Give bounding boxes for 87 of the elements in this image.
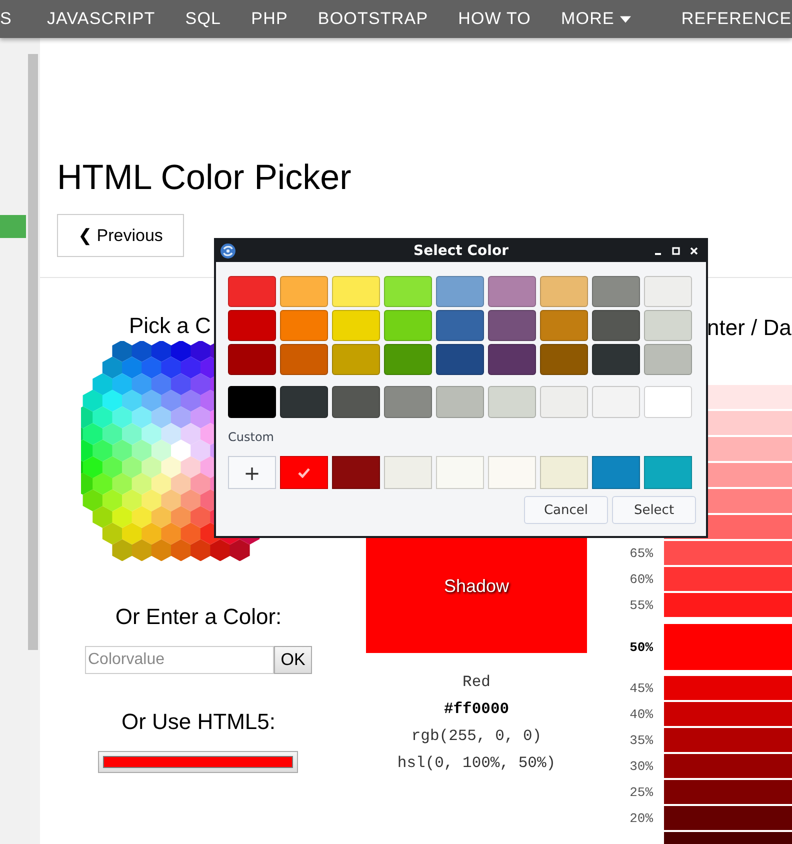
hsl-value: hsl(0, 100%, 50%) — [397, 753, 556, 774]
section-heading: nter / Da — [707, 314, 792, 342]
nav-link[interactable]: JAVASCRIPT — [46, 9, 156, 29]
color-swatch[interactable] — [488, 310, 536, 341]
nav-link[interactable]: PHP — [251, 9, 288, 29]
color-swatch[interactable] — [332, 386, 380, 418]
color-swatch[interactable] — [488, 386, 536, 418]
color-swatch[interactable] — [228, 386, 276, 418]
ok-button[interactable]: OK — [274, 646, 312, 674]
add-color-button[interactable]: + — [228, 456, 276, 489]
dialog-title: Select Color — [414, 243, 508, 259]
color-swatch[interactable] — [540, 456, 588, 489]
cancel-button[interactable]: Cancel — [524, 496, 608, 524]
close-icon[interactable] — [690, 247, 698, 255]
app-icon — [220, 243, 236, 259]
preview-text: Shadow — [444, 576, 510, 596]
custom-label: Custom — [228, 430, 275, 444]
shade-label: 35% — [630, 732, 653, 748]
nav-link[interactable]: REFERENCE — [681, 9, 792, 29]
color-swatch[interactable] — [280, 386, 328, 418]
color-swatch[interactable] — [488, 344, 536, 375]
color-swatch[interactable] — [540, 276, 588, 307]
color-swatch[interactable] — [592, 310, 640, 341]
color-swatch[interactable] — [644, 276, 692, 307]
nav-link[interactable]: MORE — [561, 9, 632, 29]
hex-value: #ff0000 — [444, 699, 510, 720]
color-swatch[interactable] — [280, 276, 328, 307]
shade-label: 55% — [630, 598, 653, 612]
rgb-value: rgb(255, 0, 0) — [411, 726, 542, 747]
shade-label: 45% — [630, 680, 653, 696]
select-button[interactable]: Select — [612, 496, 696, 524]
color-swatch[interactable] — [436, 276, 484, 307]
color-swatch[interactable] — [540, 386, 588, 418]
color-swatch[interactable] — [332, 456, 380, 489]
color-swatch[interactable] — [592, 386, 640, 418]
color-swatch[interactable] — [488, 276, 536, 307]
color-swatch[interactable] — [384, 456, 432, 489]
color-swatch[interactable] — [644, 456, 692, 489]
color-swatch[interactable] — [280, 310, 328, 341]
shade-label: 65% — [630, 546, 653, 560]
color-swatch[interactable] — [280, 344, 328, 375]
nav-link[interactable]: HOW TO — [458, 9, 532, 29]
color-swatch[interactable] — [488, 456, 536, 489]
color-swatch[interactable] — [592, 344, 640, 375]
color-swatch[interactable] — [384, 276, 432, 307]
shade-label: 60% — [630, 572, 653, 586]
section-heading: Or Enter a Color: — [115, 603, 282, 631]
shade-label: 30% — [630, 758, 653, 774]
shade-label: 25% — [630, 784, 653, 800]
previous-button[interactable]: ❮ Previous — [57, 214, 184, 257]
color-name: Red — [462, 672, 490, 693]
maximize-icon[interactable] — [672, 247, 680, 255]
color-swatch[interactable] — [280, 456, 328, 489]
color-swatch[interactable] — [644, 310, 692, 341]
color-swatch[interactable] — [332, 276, 380, 307]
shade-label: 20% — [630, 810, 653, 826]
section-heading: Or Use HTML5: — [121, 708, 276, 736]
color-swatch[interactable] — [228, 310, 276, 341]
sidebar-active-item — [0, 215, 26, 238]
color-swatch[interactable] — [228, 276, 276, 307]
color-swatch[interactable] — [384, 310, 432, 341]
nav-link[interactable]: BOOTSTRAP — [318, 9, 428, 29]
color-swatch[interactable] — [436, 310, 484, 341]
color-swatch[interactable] — [644, 344, 692, 375]
color-swatch[interactable] — [332, 344, 380, 375]
color-swatch[interactable] — [436, 456, 484, 489]
color-swatch[interactable] — [384, 386, 432, 418]
color-swatch[interactable] — [644, 386, 692, 418]
color-swatch[interactable] — [436, 386, 484, 418]
color-value-field[interactable]: Colorvalue — [85, 646, 274, 674]
page-title: HTML Color Picker — [57, 158, 352, 198]
color-swatch[interactable] — [384, 344, 432, 375]
color-swatch[interactable] — [228, 344, 276, 375]
color-input[interactable] — [98, 751, 298, 773]
section-heading: Pick a C — [129, 312, 211, 340]
shade-label: 50% — [630, 640, 653, 654]
nav-link[interactable]: SQL — [185, 9, 222, 29]
color-swatch[interactable] — [436, 344, 484, 375]
nav-link[interactable]: S — [0, 9, 12, 29]
color-swatch[interactable] — [540, 310, 588, 341]
color-swatch[interactable] — [592, 456, 640, 489]
check-icon — [298, 468, 310, 478]
scrollbar-thumb[interactable] — [28, 54, 38, 650]
color-swatch[interactable] — [592, 276, 640, 307]
color-swatch[interactable] — [332, 310, 380, 341]
color-swatch[interactable] — [540, 344, 588, 375]
shade-label: 40% — [630, 706, 653, 722]
